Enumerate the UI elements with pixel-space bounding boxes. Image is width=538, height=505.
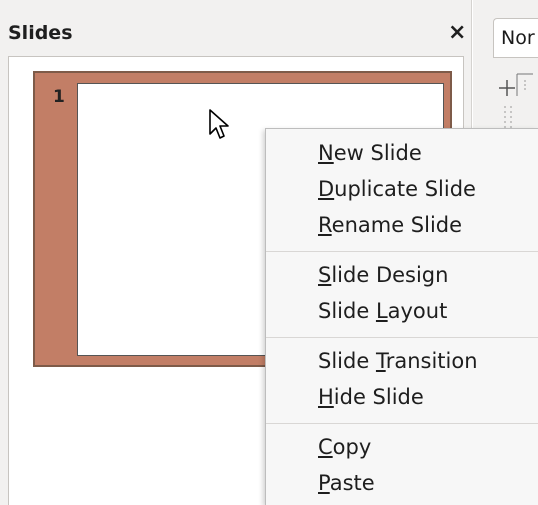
menu-item-rename-slide[interactable]: Rename Slide [318,213,462,237]
menu-separator [266,423,538,424]
context-menu: New Slide Duplicate Slide Rename Slide S… [265,128,538,505]
menu-item-slide-design[interactable]: Slide Design [318,263,448,287]
menu-separator [266,337,538,338]
close-icon[interactable]: × [448,20,466,45]
menu-item-slide-transition[interactable]: Slide Transition [318,349,478,373]
menu-item-duplicate-slide[interactable]: Duplicate Slide [318,177,476,201]
menu-item-copy[interactable]: Copy [318,435,371,459]
menu-item-slide-layout[interactable]: Slide Layout [318,299,447,323]
menu-item-hide-slide[interactable]: Hide Slide [318,385,424,409]
menu-item-paste[interactable]: Paste [318,471,375,495]
menu-item-new-slide[interactable]: New Slide [318,141,422,165]
slide-number: 1 [53,87,65,107]
pane-title: Slides [8,22,73,44]
tab-normal-view[interactable]: Nor [493,18,538,58]
menu-separator [266,251,538,252]
mouse-pointer-icon [209,109,229,139]
ruler-corner-icon [499,73,533,128]
